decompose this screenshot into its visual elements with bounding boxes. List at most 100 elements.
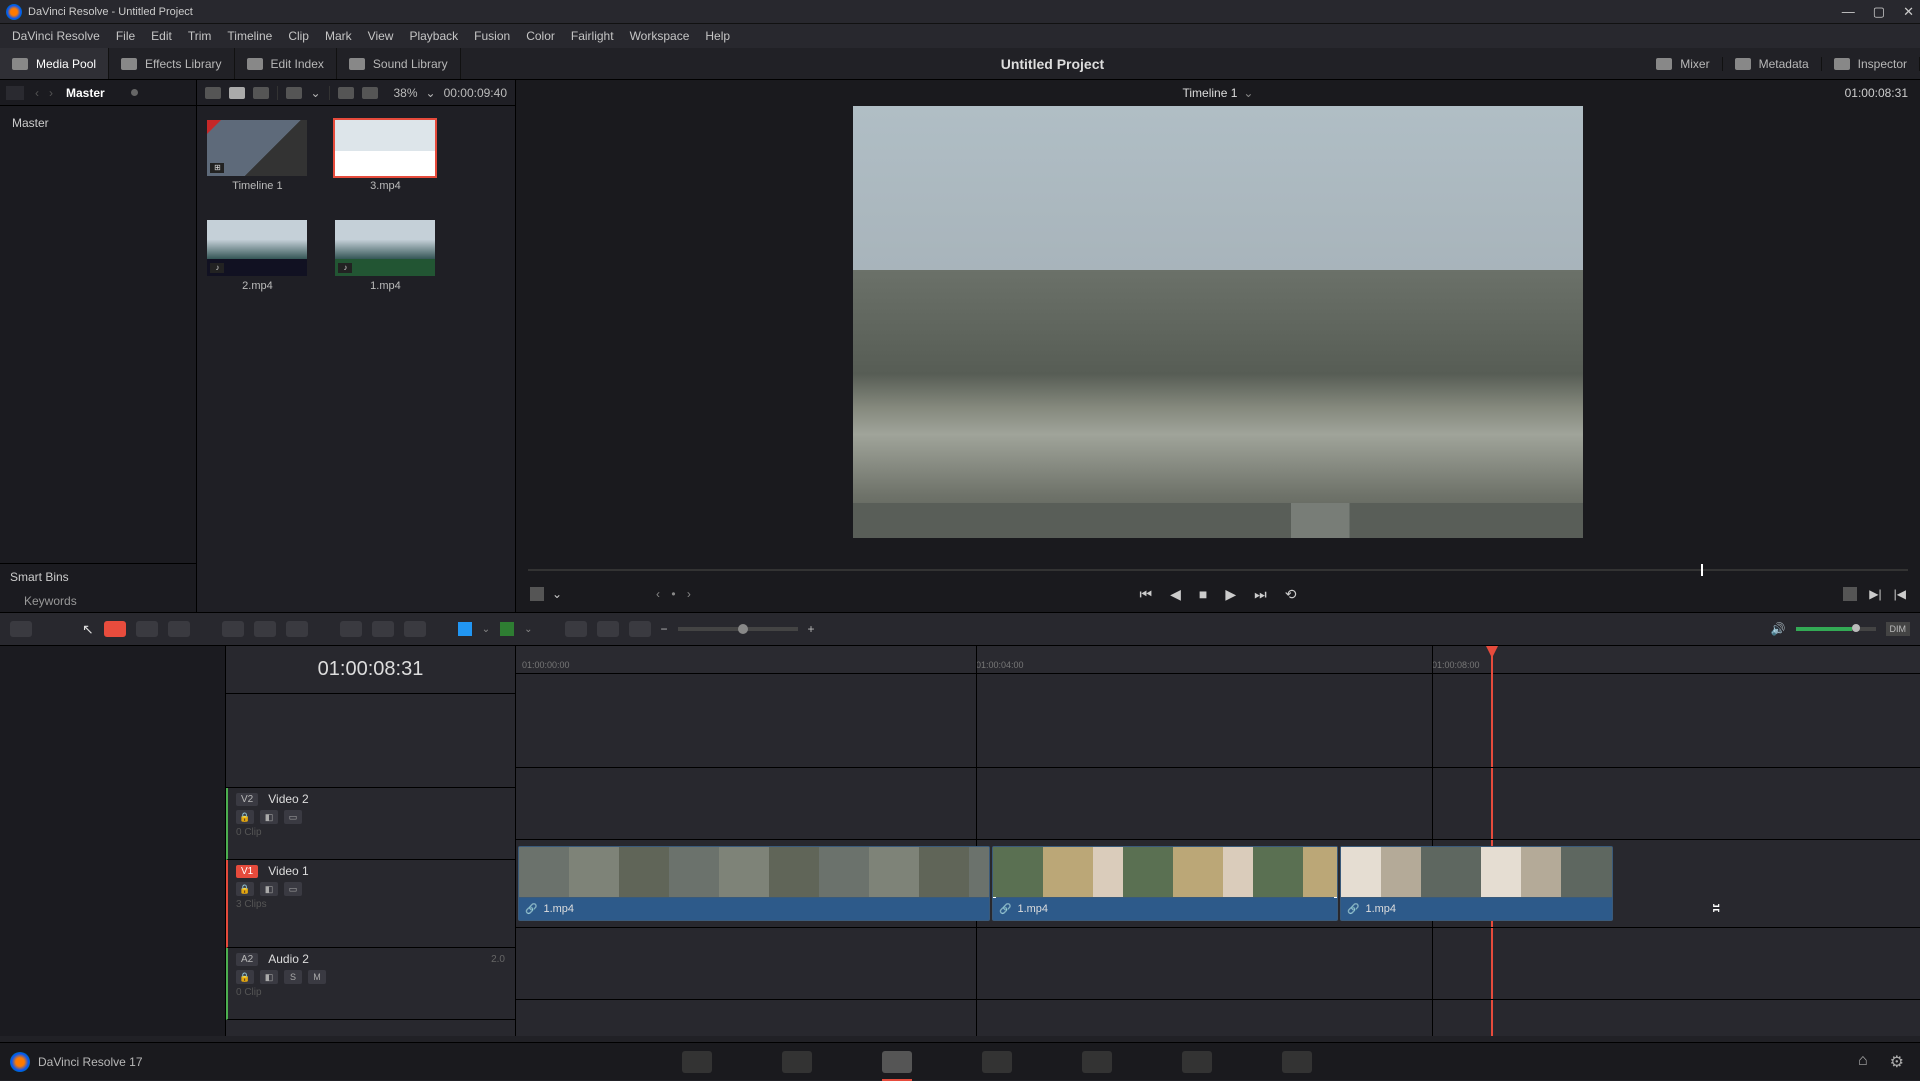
maximize-button[interactable]: ▢ <box>1873 4 1885 20</box>
menu-file[interactable]: File <box>108 29 143 43</box>
clip-3mp4[interactable]: 3.mp4 <box>335 120 435 192</box>
minimize-button[interactable]: — <box>1842 4 1855 20</box>
settings-icon[interactable]: ⚙ <box>1890 1052 1904 1072</box>
go-last-edit-button[interactable]: |◀ <box>1894 587 1906 601</box>
clip-2[interactable]: 🔗1.mp4 ⎶ <box>992 846 1338 921</box>
page-media[interactable] <box>682 1051 712 1073</box>
replace-clip-icon[interactable] <box>286 621 308 637</box>
loop-button[interactable]: ⟲ <box>1285 586 1297 603</box>
track-lock-icon[interactable]: 🔒 <box>236 970 254 984</box>
track-tag[interactable]: V2 <box>236 793 258 806</box>
sort-icon[interactable] <box>338 87 354 99</box>
track-auto-select-icon[interactable]: ◧ <box>260 810 278 824</box>
page-cut[interactable] <box>782 1051 812 1073</box>
zoom-in-button[interactable]: + <box>808 622 815 636</box>
menu-timeline[interactable]: Timeline <box>219 29 280 43</box>
track-tag[interactable]: A2 <box>236 953 258 966</box>
menu-fusion[interactable]: Fusion <box>466 29 518 43</box>
track-lock-icon[interactable]: 🔒 <box>236 810 254 824</box>
smart-bins-header[interactable]: Smart Bins <box>0 564 196 590</box>
menu-help[interactable]: Help <box>697 29 738 43</box>
menu-edit[interactable]: Edit <box>143 29 180 43</box>
bin-nav-fwd[interactable]: › <box>44 86 58 100</box>
zoom-slider[interactable] <box>678 627 798 631</box>
options-icon[interactable] <box>362 87 378 99</box>
scrubber-playhead[interactable] <box>1701 564 1703 576</box>
menu-davinci[interactable]: DaVinci Resolve <box>4 29 108 43</box>
bin-master[interactable]: Master <box>0 112 196 134</box>
flag-chevron[interactable]: ⌄ <box>482 624 490 635</box>
metadata-toggle[interactable]: Metadata <box>1723 57 1822 71</box>
menu-workspace[interactable]: Workspace <box>622 29 698 43</box>
blade-edit-icon[interactable] <box>340 621 362 637</box>
trim-tool[interactable] <box>104 621 126 637</box>
page-color[interactable] <box>1082 1051 1112 1073</box>
clip-1mp4[interactable]: ♪ 1.mp4 <box>335 220 435 292</box>
snap-icon[interactable] <box>565 621 587 637</box>
source-zoom[interactable]: 38% <box>394 86 418 100</box>
menu-playback[interactable]: Playback <box>401 29 466 43</box>
timeline-name[interactable]: Timeline 1 <box>1183 86 1238 100</box>
dim-button[interactable]: DIM <box>1886 622 1911 636</box>
track-lock-icon[interactable]: 🔒 <box>236 882 254 896</box>
flag-blue-icon[interactable] <box>458 622 472 636</box>
timeline-view-options-icon[interactable] <box>10 621 32 637</box>
track-solo-button[interactable]: S <box>284 970 302 984</box>
blade-tool[interactable] <box>168 621 190 637</box>
marker-green-icon[interactable] <box>500 622 514 636</box>
viewer-mode-chevron[interactable]: ⌄ <box>552 587 562 601</box>
page-fusion[interactable] <box>982 1051 1012 1073</box>
viewer-timecode[interactable]: 01:00:08:31 <box>1845 86 1908 100</box>
bin-master-label[interactable]: Master <box>58 86 113 100</box>
clip-1[interactable]: 🔗1.mp4 <box>518 846 990 921</box>
zoom-chevron[interactable]: ⌄ <box>426 86 436 100</box>
track-tag[interactable]: V1 <box>236 865 258 878</box>
timeline-timecode[interactable]: 01:00:08:31 <box>226 646 515 694</box>
effects-library-toggle[interactable]: Effects Library <box>109 48 234 79</box>
viewer-display[interactable] <box>516 106 1920 564</box>
go-next-edit-button[interactable]: ▶| <box>1869 587 1881 601</box>
insert-clip-icon[interactable] <box>222 621 244 637</box>
track-auto-select-icon[interactable]: ◧ <box>260 882 278 896</box>
track-header-v2[interactable]: V2Video 2 🔒◧▭ 0 Clip <box>226 788 515 860</box>
menu-view[interactable]: View <box>360 29 402 43</box>
clip-timeline1[interactable]: ⊞ Timeline 1 <box>207 120 307 192</box>
page-fairlight[interactable] <box>1182 1051 1212 1073</box>
media-pool-toggle[interactable]: Media Pool <box>0 48 109 79</box>
timeline-chevron-icon[interactable]: ⌄ <box>1243 86 1253 100</box>
track-disable-icon[interactable]: ▭ <box>284 810 302 824</box>
sound-library-toggle[interactable]: Sound Library <box>337 48 461 79</box>
marker-chevron[interactable]: ⌄ <box>524 624 532 635</box>
go-first-button[interactable]: ⏮ <box>1140 586 1153 603</box>
link-icon[interactable] <box>372 621 394 637</box>
step-back-button[interactable]: ◀ <box>1170 586 1181 603</box>
timeline-ruler[interactable]: 01:00:00:00 01:00:04:00 01:00:08:00 <box>516 646 1920 674</box>
viewer-scrubber[interactable] <box>528 564 1908 576</box>
page-edit[interactable] <box>882 1051 912 1073</box>
play-button[interactable]: ▶ <box>1225 586 1236 603</box>
smart-bins-keywords[interactable]: Keywords <box>0 590 196 612</box>
bin-view-dropdown[interactable] <box>6 86 24 100</box>
list-view-icon[interactable] <box>253 87 269 99</box>
dynamic-trim-tool[interactable] <box>136 621 158 637</box>
selection-tool[interactable]: ↖ <box>82 621 94 638</box>
zoom-full-icon[interactable] <box>629 621 651 637</box>
inspector-toggle[interactable]: Inspector <box>1822 57 1920 71</box>
clip-3[interactable]: 🔗1.mp4 <box>1340 846 1613 921</box>
page-deliver[interactable] <box>1282 1051 1312 1073</box>
search-chevron[interactable]: ⌄ <box>310 86 320 100</box>
match-frame-icon[interactable] <box>1843 587 1857 601</box>
menu-clip[interactable]: Clip <box>280 29 317 43</box>
track-disable-icon[interactable]: ▭ <box>284 882 302 896</box>
menu-trim[interactable]: Trim <box>180 29 220 43</box>
bin-nav-back[interactable]: ‹ <box>30 86 44 100</box>
lock-icon[interactable] <box>404 621 426 637</box>
stop-button[interactable]: ■ <box>1199 586 1207 602</box>
volume-icon[interactable]: 🔊 <box>1771 622 1786 636</box>
menu-color[interactable]: Color <box>518 29 563 43</box>
track-header-v1[interactable]: V1Video 1 🔒◧▭ 3 Clips <box>226 860 515 948</box>
match-frame-nav[interactable]: ‹ • › <box>656 587 695 601</box>
menu-fairlight[interactable]: Fairlight <box>563 29 622 43</box>
home-icon[interactable]: ⌂ <box>1858 1052 1868 1072</box>
edit-index-toggle[interactable]: Edit Index <box>235 48 337 79</box>
